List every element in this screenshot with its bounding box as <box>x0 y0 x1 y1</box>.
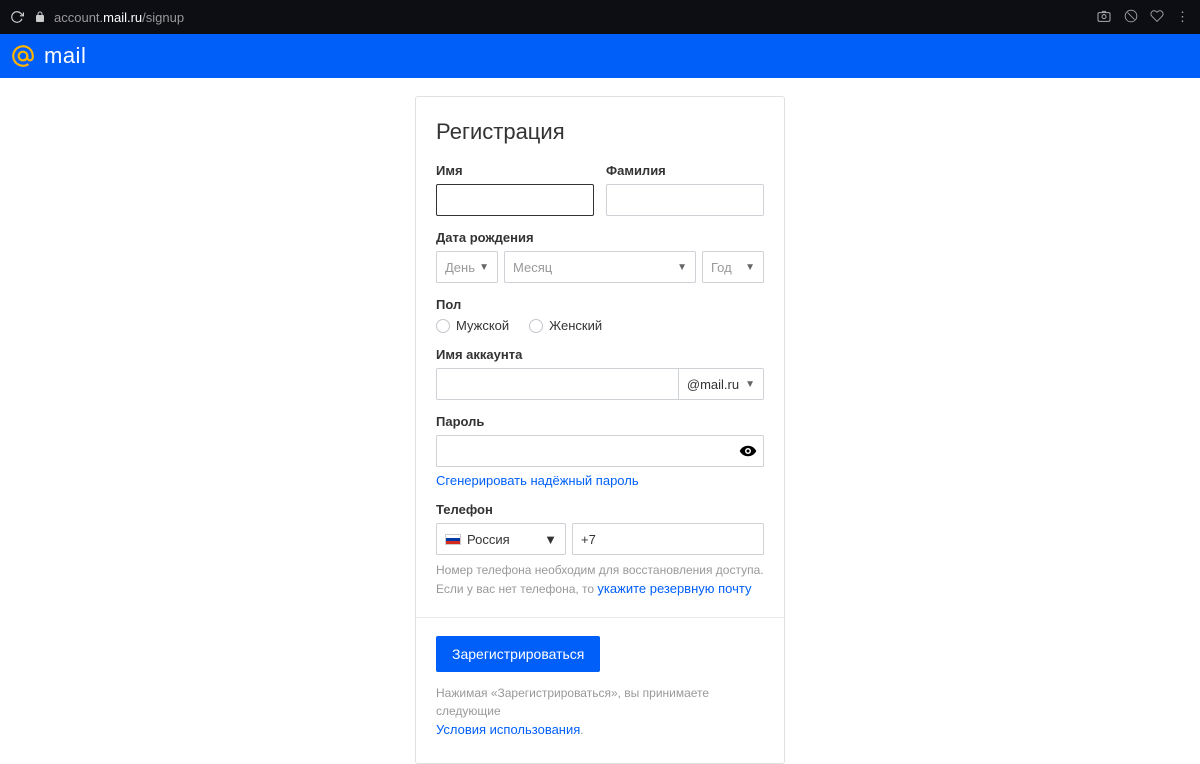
app-header: mail <box>0 34 1200 78</box>
gender-female-radio[interactable]: Женский <box>529 318 602 333</box>
password-input[interactable] <box>436 435 764 467</box>
chevron-down-icon: ▼ <box>544 532 557 547</box>
radio-icon <box>436 319 450 333</box>
lock-icon <box>34 11 46 23</box>
phone-hint: Номер телефона необходим для восстановле… <box>436 561 764 599</box>
password-label: Пароль <box>436 414 764 429</box>
gender-male-radio[interactable]: Мужской <box>436 318 509 333</box>
signup-form: Регистрация Имя Фамилия Дата рождения Де… <box>415 96 785 764</box>
account-label: Имя аккаунта <box>436 347 764 362</box>
main-content: Регистрация Имя Фамилия Дата рождения Де… <box>0 78 1200 764</box>
dob-year-select[interactable]: Год▼ <box>702 251 764 283</box>
camera-icon[interactable] <box>1096 8 1112 27</box>
eye-icon <box>739 442 757 460</box>
russia-flag-icon <box>445 534 461 545</box>
gender-male-label: Мужской <box>456 318 509 333</box>
last-name-label: Фамилия <box>606 163 764 178</box>
form-title: Регистрация <box>436 119 764 145</box>
chevron-down-icon: ▼ <box>677 262 687 273</box>
block-icon[interactable] <box>1124 9 1138 26</box>
last-name-input[interactable] <box>606 184 764 216</box>
phone-input[interactable] <box>572 523 764 555</box>
at-icon <box>10 43 36 69</box>
dob-day-select[interactable]: День▼ <box>436 251 498 283</box>
account-input[interactable] <box>436 368 678 400</box>
browser-chrome-bar: account.mail.ru/signup ⋮ <box>0 0 1200 34</box>
logo-text: mail <box>44 43 86 69</box>
first-name-label: Имя <box>436 163 594 178</box>
gender-label: Пол <box>436 297 764 312</box>
dob-label: Дата рождения <box>436 230 764 245</box>
radio-icon <box>529 319 543 333</box>
chevron-down-icon: ▼ <box>745 262 755 273</box>
url-text: account.mail.ru/signup <box>54 10 184 25</box>
first-name-input[interactable] <box>436 184 594 216</box>
domain-select[interactable]: @mail.ru▼ <box>678 368 764 400</box>
chevron-down-icon: ▼ <box>745 379 755 390</box>
toggle-password-visibility-button[interactable] <box>738 441 758 461</box>
country-select[interactable]: Россия ▼ <box>436 523 566 555</box>
dob-month-select[interactable]: Месяц▼ <box>504 251 696 283</box>
form-footer: Зарегистрироваться Нажимая «Зарегистриро… <box>416 617 784 740</box>
backup-email-link[interactable]: укажите резервную почту <box>597 581 751 596</box>
heart-icon[interactable] <box>1150 9 1164 26</box>
terms-link[interactable]: Условия использования <box>436 722 580 737</box>
generate-password-link[interactable]: Сгенерировать надёжный пароль <box>436 473 639 488</box>
more-icon[interactable]: ⋮ <box>1176 9 1190 25</box>
chevron-down-icon: ▼ <box>479 262 489 273</box>
reload-icon[interactable] <box>10 10 24 24</box>
terms-hint: Нажимая «Зарегистрироваться», вы принима… <box>436 684 764 740</box>
mail-logo[interactable]: mail <box>10 43 86 69</box>
submit-button[interactable]: Зарегистрироваться <box>436 636 600 672</box>
url-bar[interactable]: account.mail.ru/signup <box>34 10 184 25</box>
gender-female-label: Женский <box>549 318 602 333</box>
phone-label: Телефон <box>436 502 764 517</box>
